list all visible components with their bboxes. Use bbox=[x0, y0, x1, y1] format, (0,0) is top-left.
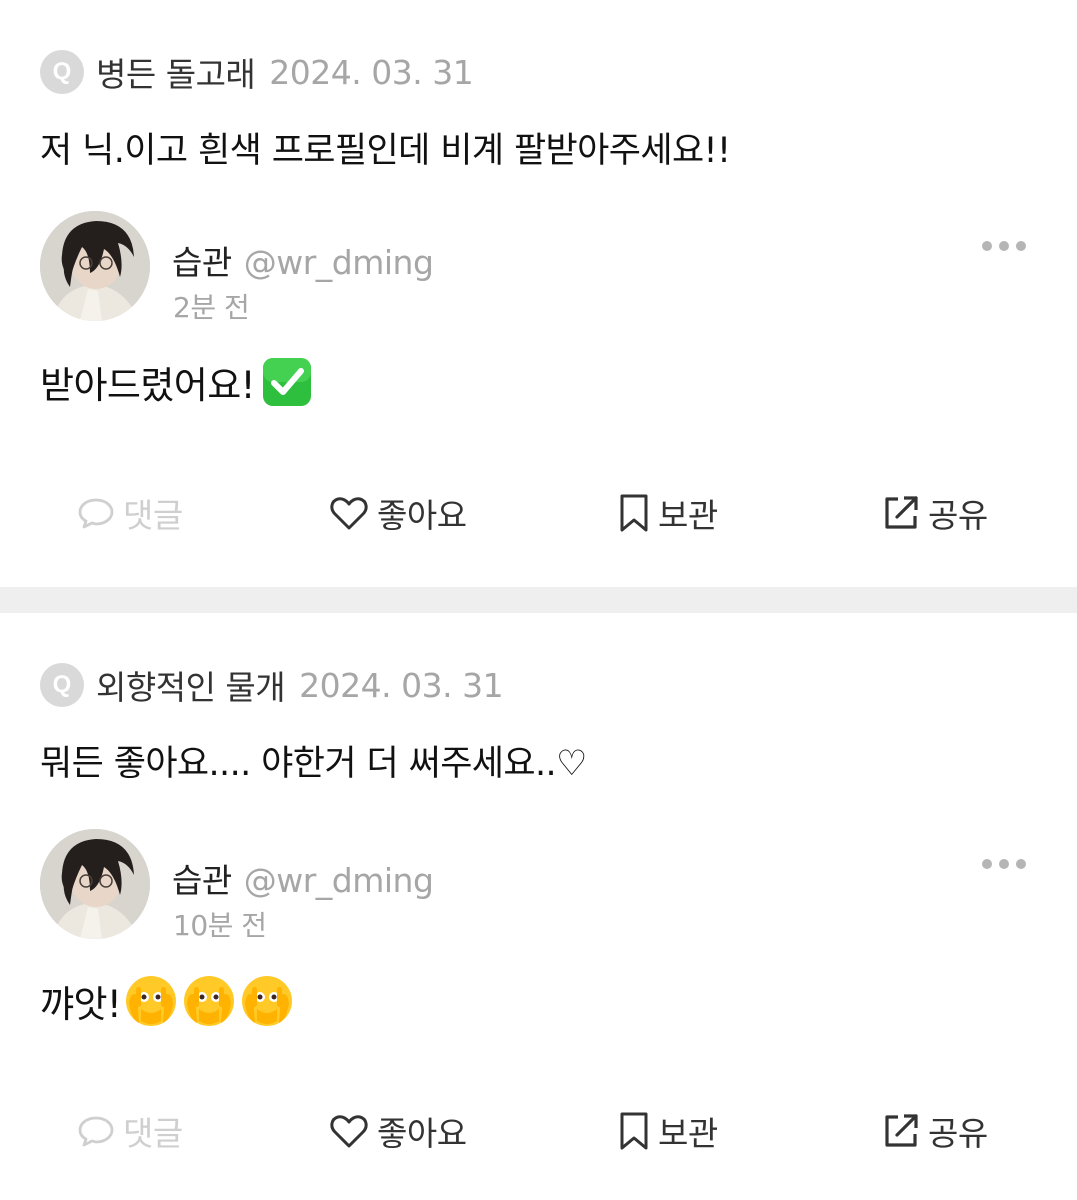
heart-icon bbox=[330, 1115, 368, 1148]
action-bar: 댓글 좋아요 보관 공유 bbox=[0, 488, 1077, 538]
share-icon bbox=[885, 496, 918, 529]
heart-icon bbox=[330, 497, 368, 530]
hand-over-mouth-face-emoji-icon bbox=[242, 976, 293, 1026]
author-handle[interactable]: @wr_dming bbox=[244, 243, 434, 282]
like-button[interactable]: 좋아요 bbox=[329, 1106, 467, 1156]
check-mark-emoji-icon bbox=[262, 358, 311, 406]
answer-body: 꺄앗! bbox=[40, 973, 295, 1029]
post-divider bbox=[0, 587, 1077, 613]
author-name[interactable]: 습관 bbox=[172, 236, 232, 284]
hand-over-mouth-face-emoji-icon bbox=[126, 976, 177, 1026]
question-meta: Q 병든 돌고래 2024. 03. 31 bbox=[40, 48, 474, 96]
save-label: 보관 bbox=[658, 496, 718, 535]
save-button[interactable]: 보관 bbox=[618, 1106, 718, 1156]
share-icon bbox=[885, 1114, 918, 1147]
post-card: Q 외향적인 물개 2024. 03. 31 뭐든 좋아요.... 야한거 더 … bbox=[0, 613, 1077, 1200]
share-label: 공유 bbox=[928, 496, 988, 535]
author-handle[interactable]: @wr_dming bbox=[244, 861, 434, 900]
post-card: Q 병든 돌고래 2024. 03. 31 저 닉.이고 흰색 프로필인데 비계… bbox=[0, 0, 1077, 587]
like-label: 좋아요 bbox=[377, 496, 467, 535]
save-button[interactable]: 보관 bbox=[618, 488, 718, 538]
share-label: 공유 bbox=[928, 1114, 988, 1153]
question-text: 뭐든 좋아요.... 야한거 더 써주세요..♡ bbox=[40, 744, 587, 784]
hand-over-mouth-face-emoji-icon bbox=[184, 976, 235, 1026]
like-label: 좋아요 bbox=[377, 1114, 467, 1153]
question-date: 2024. 03. 31 bbox=[269, 52, 474, 92]
author-name[interactable]: 습관 bbox=[172, 854, 232, 902]
bookmark-icon bbox=[620, 494, 648, 532]
save-label: 보관 bbox=[658, 1114, 718, 1153]
answer-body: 받아드렸어요! bbox=[40, 355, 313, 409]
author-row: 습관 @wr_dming bbox=[172, 854, 434, 902]
q-badge-icon: Q bbox=[40, 50, 84, 94]
q-badge-icon: Q bbox=[40, 663, 84, 707]
more-icon[interactable] bbox=[982, 852, 1026, 876]
asker-name[interactable]: 외향적인 물개 bbox=[96, 661, 286, 709]
answer-time: 2분 전 bbox=[173, 291, 250, 324]
answer-text: 꺄앗! bbox=[40, 983, 122, 1026]
comment-icon bbox=[78, 1116, 114, 1147]
share-button[interactable]: 공유 bbox=[882, 488, 988, 538]
question-text: 저 닉.이고 흰색 프로필인데 비계 팔받아주세요!! bbox=[40, 131, 731, 171]
share-button[interactable]: 공유 bbox=[882, 1106, 988, 1156]
asker-name[interactable]: 병든 돌고래 bbox=[96, 48, 256, 96]
comment-button[interactable]: 댓글 bbox=[77, 488, 183, 538]
like-button[interactable]: 좋아요 bbox=[329, 488, 467, 538]
avatar[interactable] bbox=[40, 211, 150, 321]
more-icon[interactable] bbox=[982, 234, 1026, 258]
action-bar: 댓글 좋아요 보관 공유 bbox=[0, 1106, 1077, 1156]
author-row: 습관 @wr_dming bbox=[172, 236, 434, 284]
bookmark-icon bbox=[620, 1112, 648, 1150]
comment-button[interactable]: 댓글 bbox=[77, 1106, 183, 1156]
answer-text: 받아드렸어요! bbox=[40, 364, 255, 407]
comment-label: 댓글 bbox=[123, 496, 183, 535]
question-date: 2024. 03. 31 bbox=[299, 665, 504, 705]
comment-label: 댓글 bbox=[123, 1114, 183, 1153]
question-meta: Q 외향적인 물개 2024. 03. 31 bbox=[40, 661, 504, 709]
comment-icon bbox=[78, 498, 114, 529]
answer-time: 10분 전 bbox=[173, 909, 267, 942]
avatar[interactable] bbox=[40, 829, 150, 939]
